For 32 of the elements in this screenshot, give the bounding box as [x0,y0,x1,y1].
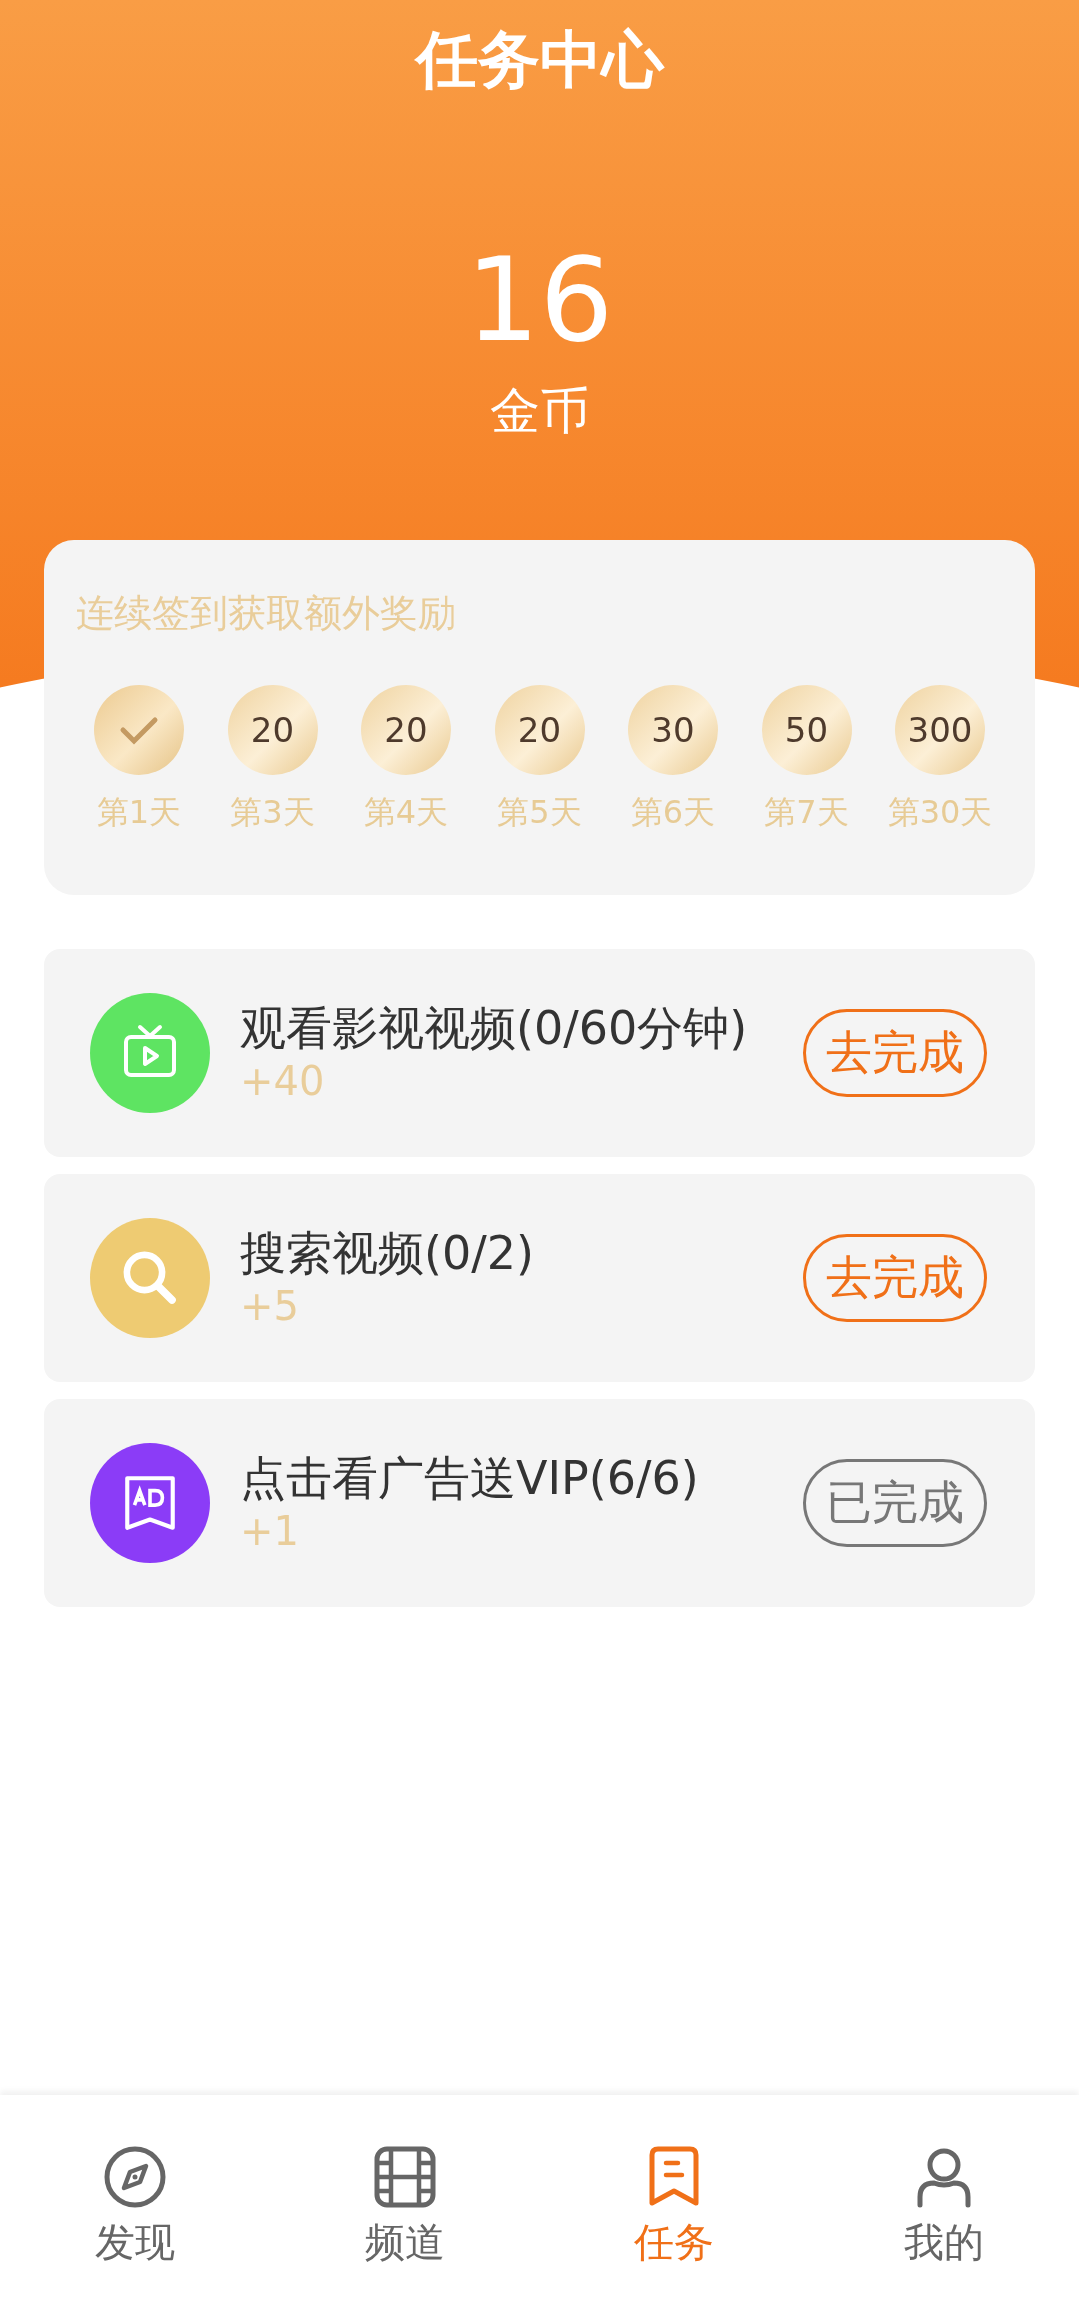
signin-title: 连续签到获取额外奖励 [76,590,457,637]
reward-coin: 300 [895,685,985,775]
reward-coin: 30 [628,685,718,775]
task-points: +5 [240,1283,300,1330]
page-title: 任务中心 [415,22,664,98]
task-button[interactable]: 去完成 [803,1009,987,1097]
day-label: 第6天 [630,792,716,833]
day-label: 第30天 [887,792,993,833]
tab-item[interactable]: 发现 [44,2095,225,2270]
task-title: 观看影视视频(0/60分钟) [240,1001,749,1055]
tab-item[interactable]: 频道 [314,2095,495,2270]
task-points: +40 [240,1058,326,1105]
day-label: 第1天 [96,792,182,833]
tab-item[interactable]: 任务 [584,2095,765,2270]
tab-item[interactable]: 我的 [854,2095,1035,2270]
reward-coin: 20 [361,685,451,775]
day-label: 第5天 [497,792,582,833]
reward-coin: 20 [494,685,585,775]
compass-icon [102,2145,167,2209]
task-points: +1 [240,1508,300,1555]
task-title: 搜索视频(0/2) [240,1226,535,1280]
coin-count: 16 [465,242,614,358]
reward-coin: 50 [761,685,852,775]
task-button[interactable]: 去完成 [803,1234,987,1322]
task-title: 点击看广告送VIP(6/6) [240,1451,700,1505]
reward-coin: 20 [227,685,318,775]
day-label: 第3天 [230,792,315,833]
day-label: 第7天 [764,792,849,833]
day-label: 第4天 [363,792,449,833]
film-icon [372,2145,437,2209]
task-button[interactable]: 已完成 [803,1459,987,1547]
coin-label: 金币 [489,381,590,442]
